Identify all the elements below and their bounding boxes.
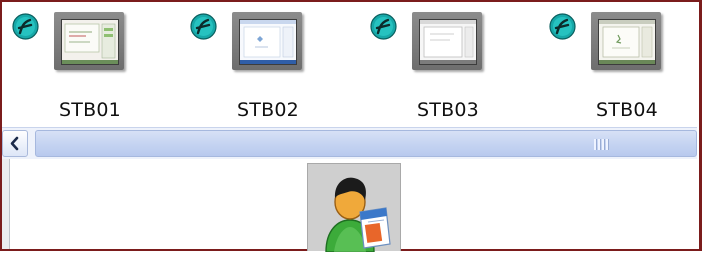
station-tile-stb03[interactable]: STB03 bbox=[364, 4, 514, 126]
agent-logo-icon bbox=[370, 13, 397, 40]
agent-logo-icon bbox=[549, 13, 576, 40]
station-tile-stb02[interactable]: STB02 bbox=[184, 4, 334, 126]
station-label: STB01 bbox=[59, 99, 121, 121]
desktop-thumbnail-icon bbox=[54, 12, 124, 70]
station-thumbnail-strip: STB01 STB02 STB03 STB04 bbox=[0, 0, 697, 127]
desktop-thumbnail-icon bbox=[232, 12, 302, 70]
station-label: STB02 bbox=[237, 99, 299, 121]
station-tile-stb04[interactable]: STB04 bbox=[543, 4, 693, 126]
user-document-icon bbox=[325, 177, 391, 253]
desktop-thumbnail-icon bbox=[591, 12, 661, 70]
station-label: STB04 bbox=[596, 99, 658, 121]
station-tile-stb01[interactable]: STB01 bbox=[6, 4, 156, 126]
scroll-thumb[interactable] bbox=[35, 130, 697, 157]
horizontal-scrollbar[interactable] bbox=[2, 127, 697, 160]
desktop-thumbnail-icon bbox=[412, 12, 482, 70]
user-tile[interactable] bbox=[307, 163, 401, 253]
agent-logo-icon bbox=[12, 13, 39, 40]
scroll-left-button[interactable] bbox=[2, 130, 28, 157]
station-label: STB03 bbox=[417, 99, 479, 121]
panel-edge bbox=[2, 159, 10, 249]
chevron-left-icon bbox=[10, 136, 19, 151]
scroll-grip-icon bbox=[594, 139, 612, 150]
agent-logo-icon bbox=[190, 13, 217, 40]
